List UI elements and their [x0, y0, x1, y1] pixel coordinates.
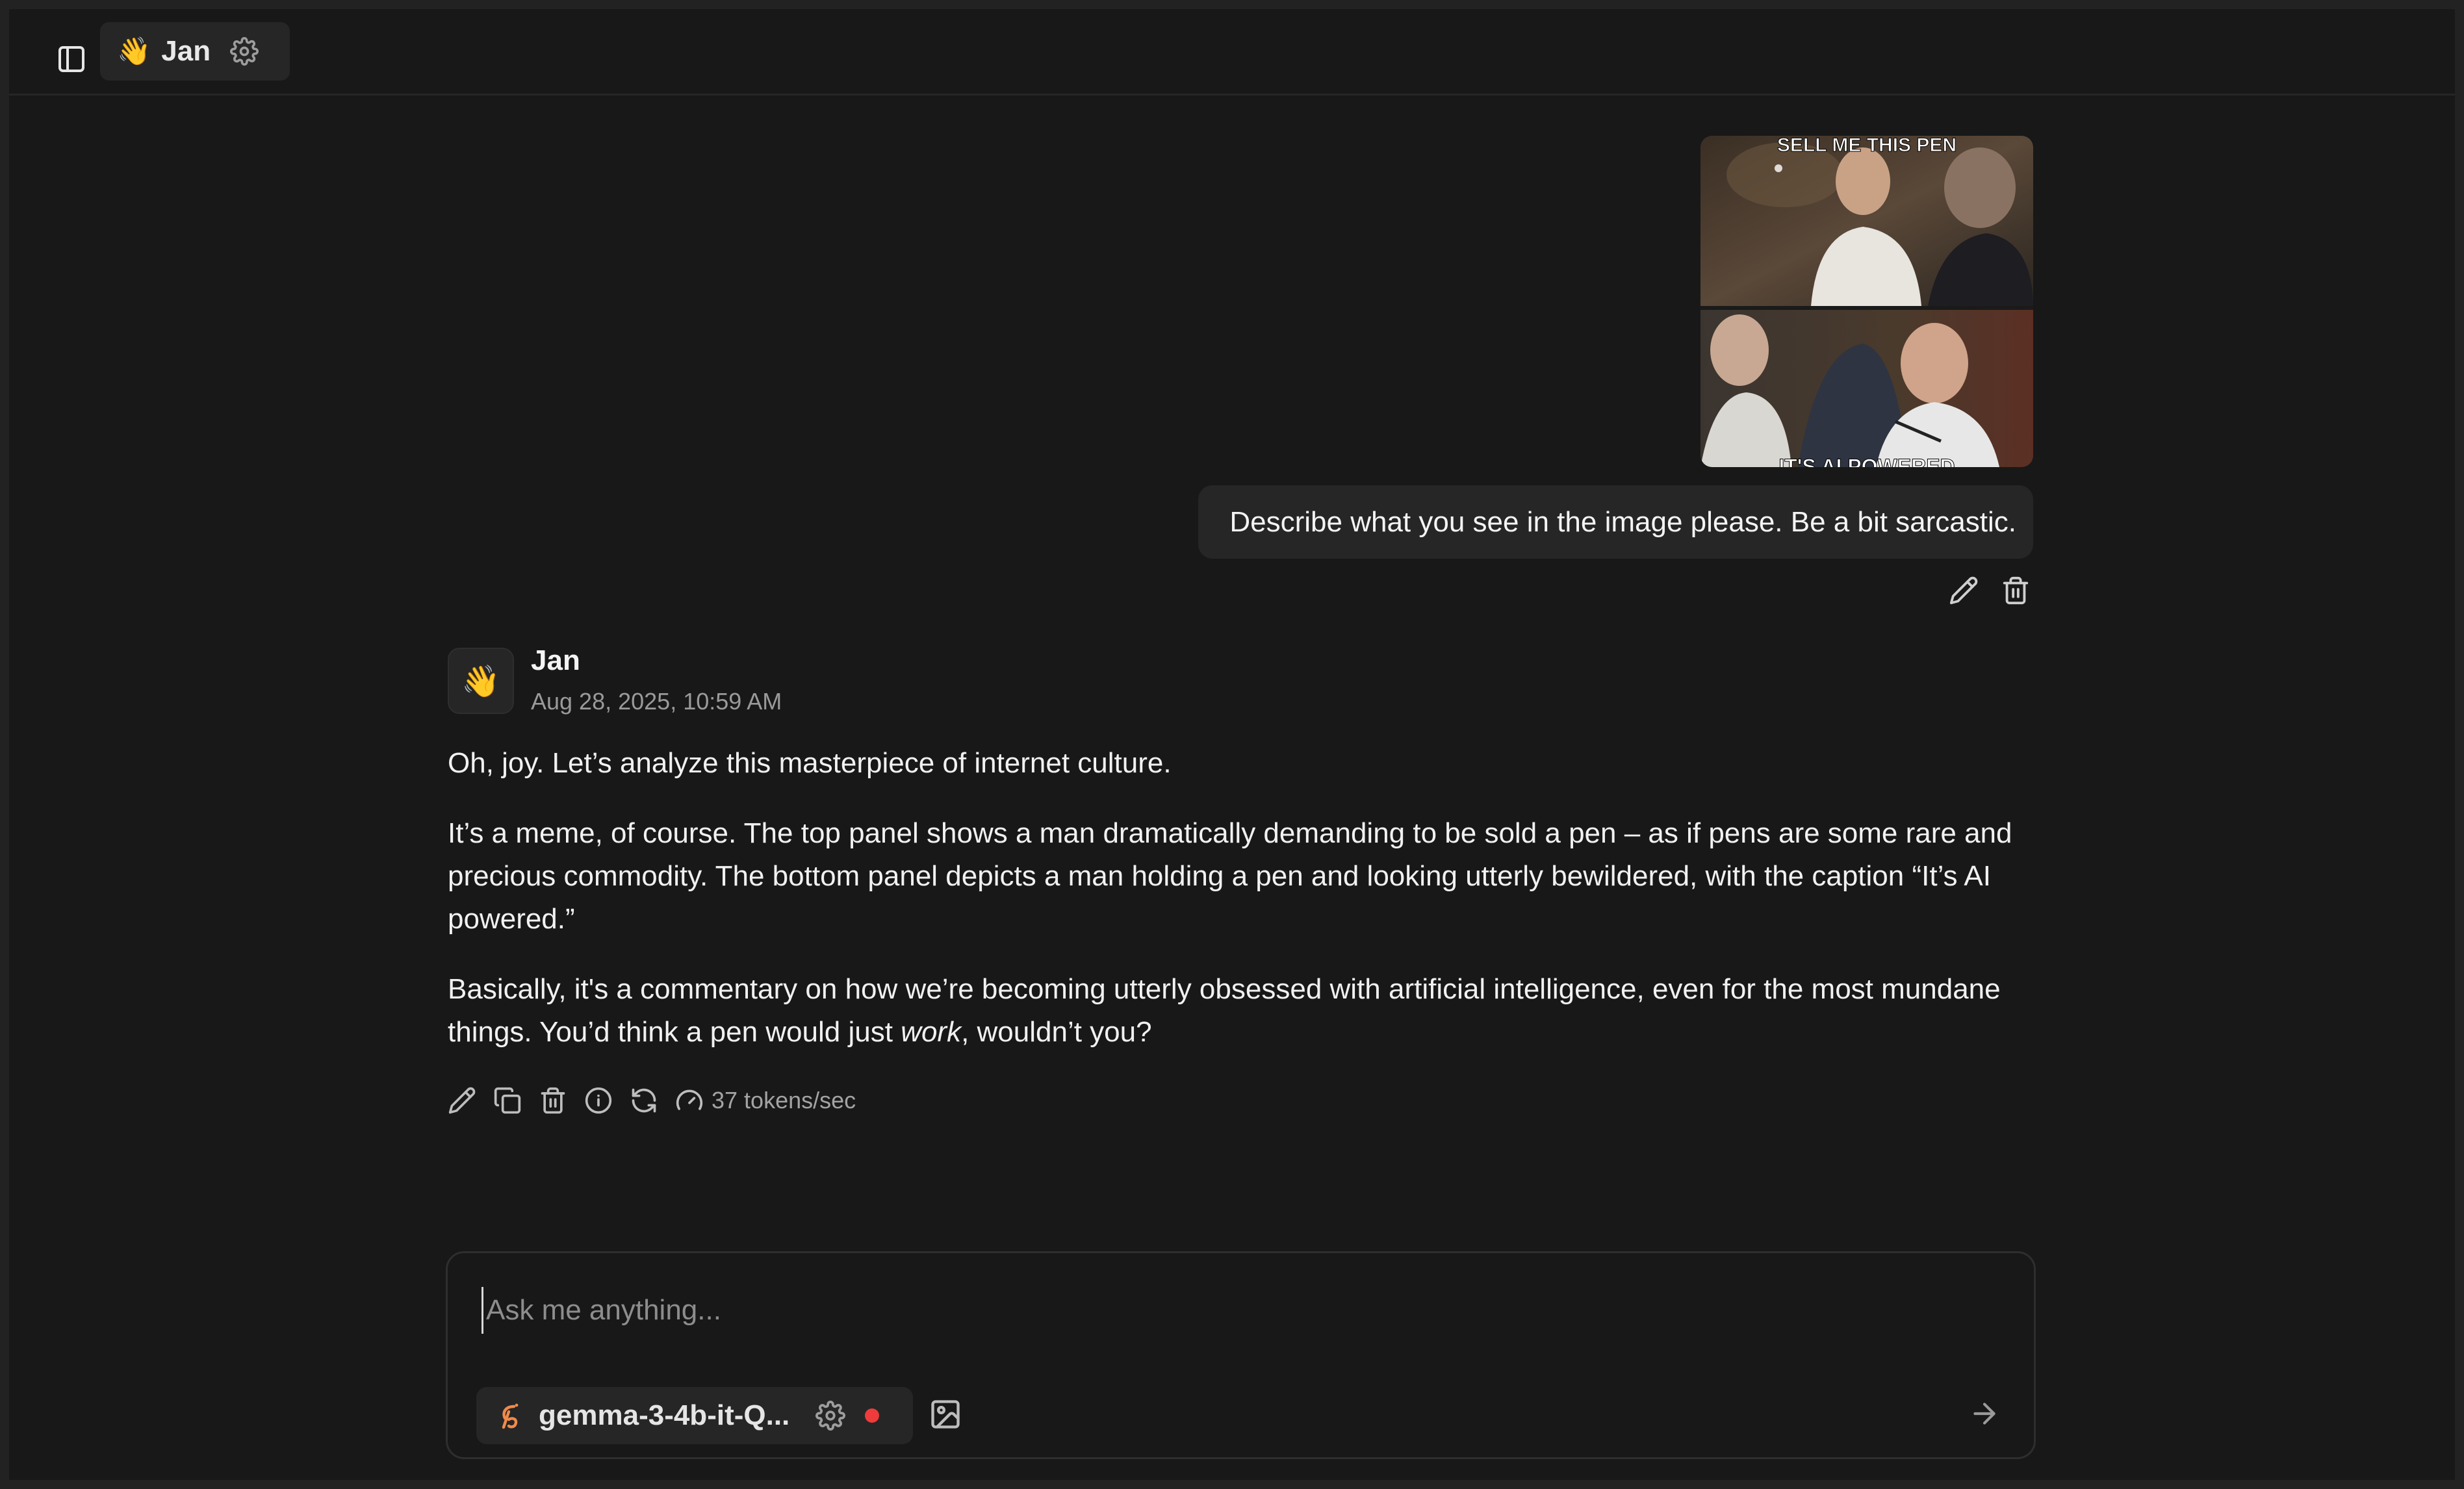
- edit-user-message-button[interactable]: [1949, 576, 1979, 605]
- reply-emphasis: work: [901, 1016, 962, 1048]
- assistant-name: Jan: [161, 35, 211, 67]
- image-icon: [931, 1400, 960, 1429]
- message-composer: gemma-3-4b-it-Q...: [446, 1251, 2036, 1459]
- reply-paragraph: Basically, it's a commentary on how we’r…: [448, 968, 2040, 1054]
- copy-icon: [494, 1087, 521, 1114]
- trash-icon: [2003, 576, 2029, 605]
- delete-user-message-button[interactable]: [2001, 576, 2031, 605]
- pencil-icon: [448, 1087, 476, 1114]
- assistant-message-timestamp: Aug 28, 2025, 10:59 AM: [531, 688, 782, 715]
- assistant-settings-button[interactable]: [230, 37, 259, 66]
- model-settings-button[interactable]: [815, 1401, 846, 1431]
- assistant-avatar: 👋: [448, 648, 514, 714]
- model-logo-icon: [497, 1401, 523, 1430]
- assistant-message-actions: 37 tokens/sec: [448, 1082, 856, 1119]
- trash-icon: [541, 1087, 565, 1114]
- user-attached-image[interactable]: SELL ME THIS PEN IT'S AI POWERED: [1700, 136, 2033, 467]
- sidebar-toggle-button[interactable]: [48, 38, 95, 80]
- tokens-per-sec: 37 tokens/sec: [712, 1087, 856, 1114]
- sidebar-toggle-icon: [58, 46, 84, 72]
- reply-text: , wouldn’t you?: [961, 1016, 1152, 1048]
- meme-bottom-caption: IT'S AI POWERED: [1778, 455, 1955, 467]
- top-bar: 👋 Jan: [9, 9, 2455, 95]
- assistant-message-body: Oh, joy. Let’s analyze this masterpiece …: [448, 742, 2040, 1081]
- gear-icon: [815, 1401, 846, 1431]
- edit-reply-button[interactable]: [448, 1086, 476, 1115]
- refresh-icon: [632, 1088, 656, 1113]
- regenerate-reply-button[interactable]: [630, 1086, 658, 1115]
- pencil-icon: [1949, 576, 1978, 605]
- meme-image: SELL ME THIS PEN IT'S AI POWERED: [1700, 136, 2033, 467]
- wave-emoji-icon: 👋: [117, 36, 151, 66]
- send-button[interactable]: [1968, 1397, 2001, 1430]
- reply-text: Basically, it's a commentary on how we’r…: [448, 973, 2001, 1048]
- gear-icon: [230, 37, 259, 66]
- info-icon: [585, 1087, 612, 1114]
- assistant-selector[interactable]: 👋 Jan: [100, 22, 290, 81]
- chat-input[interactable]: [481, 1287, 1982, 1334]
- gauge-icon: [676, 1089, 703, 1110]
- meme-top-caption: SELL ME THIS PEN: [1777, 136, 1957, 156]
- app-window: 👋 Jan SELL ME THIS PEN IT'S AI POWERED D…: [0, 0, 2464, 1489]
- delete-reply-button[interactable]: [539, 1086, 567, 1115]
- user-message-text: Describe what you see in the image pleas…: [1229, 505, 2016, 538]
- user-message-bubble: Describe what you see in the image pleas…: [1198, 485, 2033, 559]
- arrow-right-icon: [1973, 1403, 1996, 1425]
- attach-image-button[interactable]: [929, 1397, 962, 1431]
- model-status-dot: [865, 1408, 880, 1423]
- token-speed-indicator: [675, 1086, 704, 1115]
- copy-reply-button[interactable]: [493, 1086, 522, 1115]
- model-selector[interactable]: gemma-3-4b-it-Q...: [476, 1387, 913, 1444]
- model-name: gemma-3-4b-it-Q...: [539, 1399, 790, 1431]
- user-message-actions: [1949, 576, 2031, 605]
- wave-emoji-icon: 👋: [461, 664, 500, 699]
- reply-paragraph: Oh, joy. Let’s analyze this masterpiece …: [448, 747, 1172, 779]
- assistant-message-author: Jan: [531, 644, 580, 676]
- reply-paragraph: It’s a meme, of course. The top panel sh…: [448, 817, 2012, 935]
- reply-info-button[interactable]: [584, 1086, 613, 1115]
